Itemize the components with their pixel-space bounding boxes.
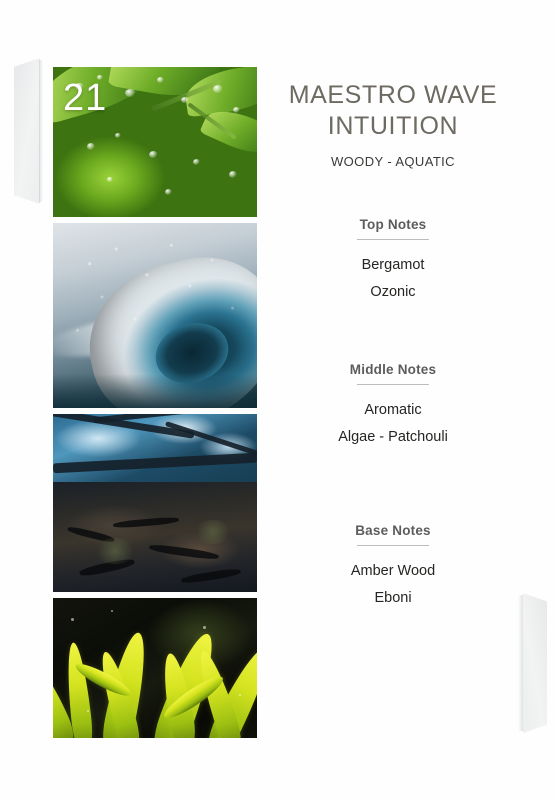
water-speck xyxy=(87,710,89,712)
list-item: Algae - Patchouli xyxy=(338,429,448,445)
dew-drop xyxy=(157,77,164,83)
note-group-top: Top Notes Bergamot Ozonic xyxy=(287,217,499,306)
wave-foreground-water xyxy=(53,374,257,408)
bark-moss xyxy=(193,520,233,544)
dew-drop xyxy=(165,189,172,195)
page-fold-right-shadow xyxy=(518,595,523,731)
water-speck xyxy=(111,610,113,612)
note-heading-middle: Middle Notes xyxy=(349,362,437,377)
photo-column: 21 xyxy=(53,67,257,738)
note-list-middle: Aromatic Algae - Patchouli xyxy=(287,397,499,451)
dew-drop xyxy=(229,171,237,178)
list-item: Ozonic xyxy=(370,284,416,300)
list-item: Amber Wood xyxy=(350,563,436,579)
photo-tree-bark xyxy=(53,414,257,592)
fragrance-family-label: WOODY - AQUATIC xyxy=(331,154,455,169)
water-speck xyxy=(239,694,241,696)
photo-bergamot-citrus: 21 xyxy=(53,67,257,217)
photo-ocean-wave xyxy=(53,223,257,408)
note-divider xyxy=(357,384,429,385)
dew-drop xyxy=(115,133,121,138)
dew-drop xyxy=(193,159,200,165)
dew-drop xyxy=(149,151,158,158)
dew-drop xyxy=(233,107,240,113)
bark-moss xyxy=(93,538,137,564)
dew-drop xyxy=(107,177,113,182)
list-item: Aromatic xyxy=(364,402,422,418)
note-list-base: Amber Wood Eboni xyxy=(287,558,499,612)
water-speck xyxy=(71,618,74,621)
note-heading-top: Top Notes xyxy=(359,217,427,232)
page-title: MAESTRO WAVE INTUITION xyxy=(288,81,498,140)
note-heading-base: Base Notes xyxy=(355,523,431,538)
water-speck xyxy=(203,626,206,629)
photo-algae-seagrass xyxy=(53,598,257,738)
page-fold-left xyxy=(14,58,40,204)
note-list-top: Bergamot Ozonic xyxy=(287,252,499,306)
page-fold-left-shadow xyxy=(39,60,43,202)
dew-drop xyxy=(125,89,136,97)
note-divider xyxy=(357,545,429,546)
dew-drop xyxy=(181,97,189,103)
dew-drop xyxy=(213,85,223,93)
note-divider xyxy=(357,239,429,240)
note-group-base: Base Notes Amber Wood Eboni xyxy=(287,523,499,612)
page-fold-right xyxy=(523,593,547,733)
photo-index-number: 21 xyxy=(63,77,108,119)
fragrance-details-panel: MAESTRO WAVE INTUITION WOODY - AQUATIC T… xyxy=(287,80,499,612)
list-item: Eboni xyxy=(374,590,412,606)
dew-drop xyxy=(87,143,95,150)
note-group-middle: Middle Notes Aromatic Algae - Patchouli xyxy=(287,362,499,451)
list-item: Bergamot xyxy=(361,257,425,273)
